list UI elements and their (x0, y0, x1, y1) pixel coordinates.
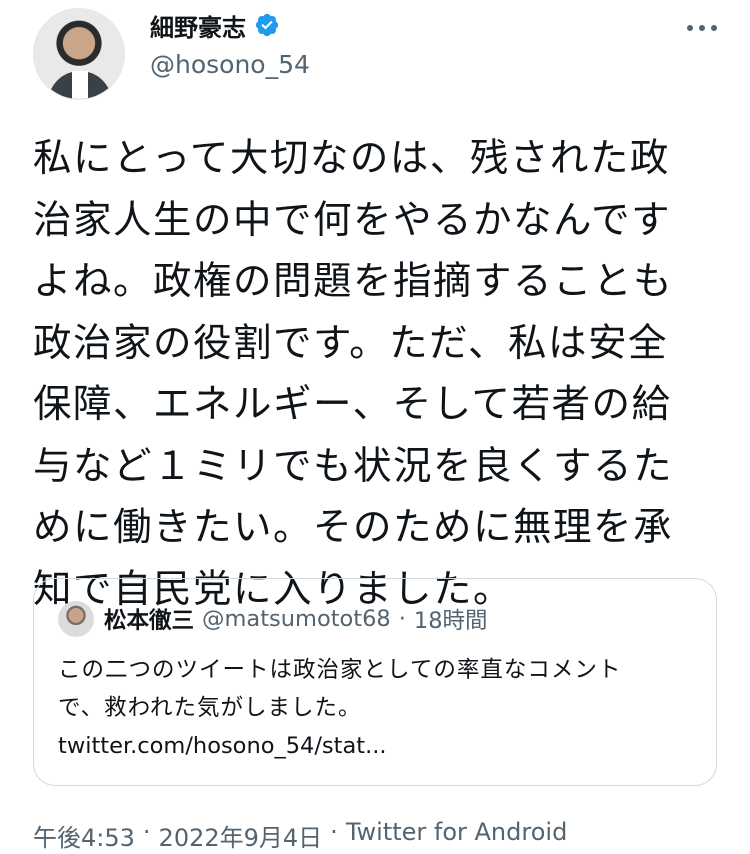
quoted-tweet-card[interactable]: 松本徹三 @matsumotot68 · 18時間 この二つのツイートは政治家と… (33, 578, 717, 786)
verified-badge-icon (255, 13, 279, 37)
separator-dot: · (142, 818, 151, 846)
user-display-name[interactable]: 細野豪志 (150, 8, 246, 43)
tweet-header: 細野豪志 @hosono_54 (0, 0, 750, 110)
quoted-user-name: 松本徹三 (104, 608, 195, 634)
quoted-tweet-header: 松本徹三 @matsumotot68 · 18時間 (104, 601, 488, 637)
quoted-tweet-time: 18時間 (413, 608, 488, 634)
tweet-text: 私にとって大切なのは、残された政 治家人生の中で何をやるかなんです よね。政権の… (33, 136, 674, 612)
tweet-time[interactable]: 午後4:53 (33, 818, 135, 853)
user-avatar[interactable] (33, 8, 125, 100)
quoted-user-handle: @matsumotot68 (202, 606, 391, 632)
quoted-tweet-text: この二つのツイートは政治家としての率直なコメント で、救われた気がしました。 (58, 657, 622, 721)
avatar-shirt (72, 71, 88, 99)
separator-dot: · (398, 606, 406, 632)
user-handle[interactable]: @hosono_54 (150, 50, 310, 79)
tweet-client[interactable]: Twitter for Android (346, 818, 567, 853)
quoted-user-avatar (58, 601, 94, 637)
quoted-tweet-link[interactable]: twitter.com/hosono_54/stat... (58, 727, 387, 765)
more-horizontal-icon[interactable] (684, 16, 720, 40)
tweet-date[interactable]: 2022年9月4日 (159, 818, 323, 853)
name-row: 細野豪志 (150, 8, 280, 42)
separator-dot: · (330, 818, 338, 846)
tweet-metadata: 午後4:53 · 2022年9月4日 · Twitter for Android (33, 818, 567, 853)
